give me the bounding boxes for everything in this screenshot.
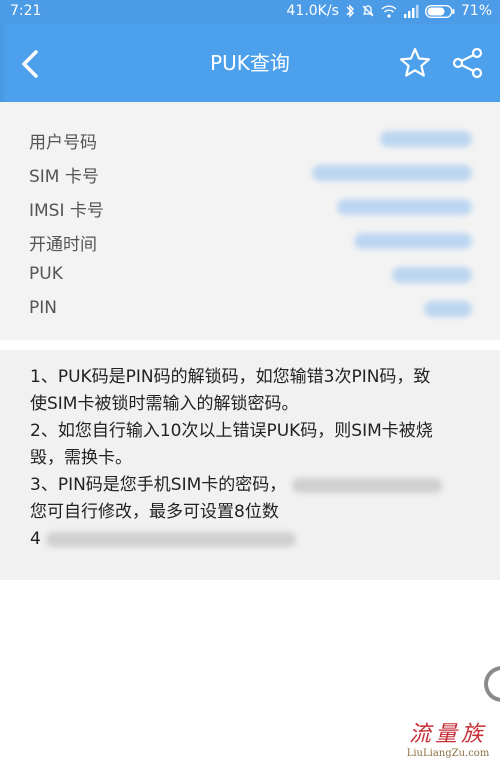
redacted-value (380, 131, 472, 147)
note-line: 您可自行修改，最多可设置8位数 (30, 502, 279, 522)
redacted-text (291, 477, 442, 493)
info-row-sim: SIM 卡号 (0, 156, 500, 190)
watermark: 流量族 LiuLiangZu.com (398, 716, 498, 759)
section-divider (0, 340, 500, 350)
note-1: 1、PUK码是PIN码的解锁码，如您输错3次PIN码，致 使SIM卡被锁时需输入… (30, 364, 480, 418)
note-2: 2、如您自行输入10次以上错误PUK码，则SIM卡被烧 毁，需换卡。 (30, 418, 480, 472)
info-row-imsi: IMSI 卡号 (0, 190, 500, 224)
bluetooth-icon (345, 4, 355, 18)
status-bar: 7:21 41.0K/s 71% (0, 0, 500, 24)
note-line: 使SIM卡被锁时需输入的解锁密码。 (30, 394, 299, 414)
info-row-pin: PIN (0, 292, 500, 326)
app-bar: PUK查询 (0, 24, 500, 102)
battery-icon (424, 4, 455, 18)
redacted-value (424, 301, 472, 317)
info-row-puk: PUK (0, 258, 500, 292)
redacted-value (337, 199, 472, 215)
info-row-phone: 用户号码 (0, 122, 500, 156)
redacted-value (392, 267, 472, 283)
note-line-row: 3、PIN码是您手机SIM卡的密码， (30, 472, 480, 499)
info-row-open-time: 开通时间 (0, 224, 500, 258)
wifi-icon (381, 4, 397, 18)
note-line: 4 (30, 529, 41, 549)
info-label: 开通时间 (29, 235, 97, 255)
note-line: 毁，需换卡。 (30, 448, 132, 468)
status-time: 7:21 (10, 3, 42, 19)
notes-section: 1、PUK码是PIN码的解锁码，如您输错3次PIN码，致 使SIM卡被锁时需输入… (0, 350, 500, 580)
sim-info-card: 用户号码 SIM 卡号 IMSI 卡号 开通时间 PUK PIN (0, 102, 500, 340)
mute-icon (361, 4, 375, 18)
info-label: IMSI 卡号 (29, 201, 104, 221)
star-icon[interactable] (398, 46, 432, 80)
share-icon[interactable] (451, 46, 485, 80)
info-label: PIN (29, 298, 57, 318)
note-3: 3、PIN码是您手机SIM卡的密码， 您可自行修改，最多可设置8位数 (30, 472, 480, 526)
redacted-value (354, 233, 472, 249)
network-speed: 41.0K/s (286, 3, 339, 19)
redacted-text (46, 531, 297, 547)
info-label: SIM 卡号 (29, 167, 99, 187)
watermark-logo: 流量族 (408, 722, 487, 747)
note-4: 4 (30, 526, 480, 553)
info-label: 用户号码 (29, 133, 97, 153)
watermark-url: LiuLiangZu.com (406, 748, 490, 759)
status-icons: 41.0K/s 71% (287, 3, 493, 19)
battery-percent: 71% (460, 3, 492, 19)
note-line: 2、如您自行输入10次以上错误PUK码，则SIM卡被烧 (30, 421, 433, 441)
redacted-value (312, 165, 472, 181)
info-label: PUK (29, 264, 63, 284)
note-line: 1、PUK码是PIN码的解锁码，如您输错3次PIN码，致 (30, 367, 431, 387)
note-line: 3、PIN码是您手机SIM卡的密码， (30, 475, 287, 495)
signal-icon (403, 4, 419, 18)
